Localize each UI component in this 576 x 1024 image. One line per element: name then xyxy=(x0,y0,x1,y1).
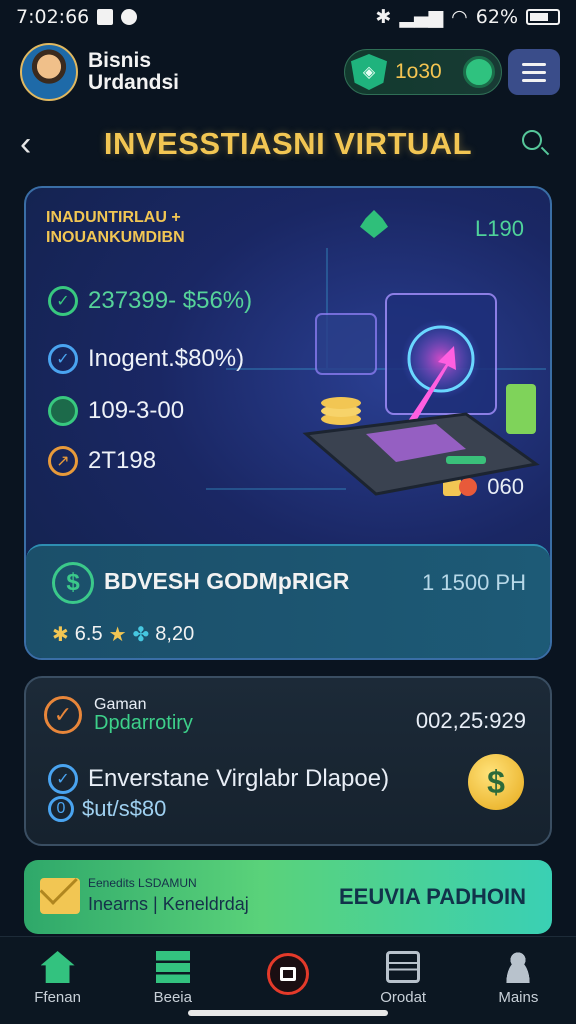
project-meta: ✱ 6.5 ★ ✤ 8,20 xyxy=(52,622,194,647)
menu-icon-line xyxy=(522,70,546,74)
star-icon: ✱ xyxy=(52,624,69,646)
search-icon-ring xyxy=(521,130,542,150)
opportunity-sublabel: Dpdarrotiry xyxy=(94,712,193,734)
status-time: 7:02:66 xyxy=(16,6,90,28)
shield-icon: ◈ xyxy=(351,54,387,90)
status-left: 7:02:66 xyxy=(16,6,138,28)
back-icon[interactable]: ‹ xyxy=(20,125,60,164)
status-bar: 7:02:66 ✱ ▂▄▆ ◠ 62% xyxy=(0,0,576,34)
user-name-line2: Urdandsi xyxy=(88,71,180,94)
banner-small-text: Eenedits LSDAMUN xyxy=(88,876,197,890)
globe-icon xyxy=(48,396,78,426)
avatar[interactable] xyxy=(20,43,78,101)
coin-stack xyxy=(321,397,361,409)
project-meta-b: 8,20 xyxy=(155,623,195,645)
stack-icon xyxy=(155,951,190,983)
nav-label: Beeia xyxy=(153,989,192,1006)
search-icon-handle xyxy=(540,146,550,156)
stat-row: ✓ 237399- $56%) xyxy=(48,286,252,316)
app-notification-icon xyxy=(121,9,138,25)
investment-card[interactable]: INADUNTIRLAU + INOUANKUMDIBN L190 ✓ 2373… xyxy=(24,186,552,660)
check-icon: ✓ xyxy=(48,764,78,794)
nav-label: Orodat xyxy=(380,989,427,1006)
coin-value: 1o30 xyxy=(395,60,442,83)
home-icon xyxy=(40,951,75,983)
bag-icon xyxy=(266,953,309,995)
coin-balance[interactable]: ◈ 1o30 xyxy=(344,49,502,95)
device-button xyxy=(446,456,486,464)
opportunity-row: 0 $ut/s$80 xyxy=(48,796,166,822)
project-price: 1 1500 PH xyxy=(422,570,526,595)
nav-item-profile[interactable]: Mains xyxy=(468,951,568,1006)
user-name-line1: Bisnis xyxy=(88,49,152,72)
stat-text: 237399- $56%) xyxy=(88,287,253,314)
nav-item-home[interactable]: Ffenan xyxy=(8,951,108,1006)
menu-icon-line xyxy=(522,62,546,66)
stat-text: 2T198 xyxy=(88,447,157,474)
stat-text: 109-3-00 xyxy=(88,397,185,424)
opportunity-value: 002,25:929 xyxy=(415,708,526,733)
check-icon: ✓ xyxy=(44,696,82,734)
side-card xyxy=(506,384,536,434)
stat-row: ↗ 2T198 xyxy=(48,446,156,476)
card-heading: INADUNTIRLAU + INOUANKUMDIBN xyxy=(46,208,185,248)
project-row[interactable]: $ BDVESH GODMpRIGR 1 1500 PH ✱ 6.5 ★ ✤ 8… xyxy=(26,544,550,658)
project-name: BDVESH GODMpRIGR xyxy=(104,568,350,594)
status-right: ✱ ▂▄▆ ◠ 62% xyxy=(375,6,560,28)
signal-icon: ▂▄▆ xyxy=(399,6,444,28)
stat-row: ✓ Inogent.$80%) xyxy=(48,344,244,374)
star-icon: ★ xyxy=(108,624,127,646)
home-indicator[interactable] xyxy=(188,1010,388,1016)
wifi-icon: ◠ xyxy=(451,6,468,28)
card-heading-line2: INOUANKUMDIBN xyxy=(46,229,185,246)
battery-icon xyxy=(526,9,560,25)
check-icon: ✓ xyxy=(48,344,78,374)
page-title: INVESSTIASNI VIRTUAL xyxy=(103,126,473,161)
menu-icon-line xyxy=(522,78,546,82)
notification-icon xyxy=(97,9,114,25)
nav-label: Ffenan xyxy=(34,989,81,1006)
search-icon[interactable] xyxy=(516,124,556,164)
zero-icon: 0 xyxy=(48,796,74,822)
nav-item-stack[interactable]: Beeia xyxy=(123,951,223,1006)
battery-percentage: 62% xyxy=(475,6,518,28)
dollar-coin-button[interactable]: $ xyxy=(468,754,524,810)
card-heading-line1: INADUNTIRLAU + xyxy=(46,209,181,226)
leaf-icon xyxy=(360,210,388,238)
bag-icon-inner xyxy=(279,967,296,981)
nav-item-orders[interactable]: Orodat xyxy=(353,951,453,1006)
promo-banner[interactable]: Eenedits LSDAMUN Inearns | Keneldrdaj EE… xyxy=(24,860,552,934)
card-top-value: L190 xyxy=(475,216,524,241)
chart-icon: ↗ xyxy=(48,446,78,476)
gem-icon: ✤ xyxy=(132,624,150,646)
stat-row: 109-3-00 xyxy=(48,396,184,426)
bluetooth-icon: ✱ xyxy=(375,6,392,28)
nav-label: Mains xyxy=(498,989,539,1006)
stat-text: Inogent.$80%) xyxy=(88,345,245,372)
nav-item-center[interactable] xyxy=(238,951,338,995)
investment-illustration xyxy=(302,293,540,496)
opportunity-row-text: Enverstane Virglabr Dlapoe) xyxy=(88,765,390,792)
banner-line2: Inearns | Keneldrdaj xyxy=(88,894,249,914)
opportunity-row: ✓ Enverstane Virglabr Dlapoe) xyxy=(48,764,389,794)
user-name: Bisnis Urdandsi xyxy=(88,50,179,94)
person-icon xyxy=(501,951,536,983)
project-meta-a: 6.5 xyxy=(74,623,103,645)
dollar-icon: $ xyxy=(52,562,94,604)
title-row: ‹ INVESSTIASNI VIRTUAL xyxy=(20,118,556,170)
menu-button[interactable] xyxy=(508,49,560,95)
top-header: Bisnis Urdandsi ◈ 1o30 xyxy=(20,42,560,102)
opportunity-row-text: $ut/s$80 xyxy=(82,796,167,821)
check-icon: ✓ xyxy=(48,286,78,316)
banner-cta[interactable]: EEUVIA PADHOIN xyxy=(339,884,526,910)
hologram-panel xyxy=(315,313,377,375)
globe-icon xyxy=(463,56,495,88)
document-icon xyxy=(386,951,421,983)
opportunity-card[interactable]: ✓ Gaman Dpdarrotiry 002,25:929 ✓ Enverst… xyxy=(24,676,552,846)
envelope-icon xyxy=(40,878,80,914)
